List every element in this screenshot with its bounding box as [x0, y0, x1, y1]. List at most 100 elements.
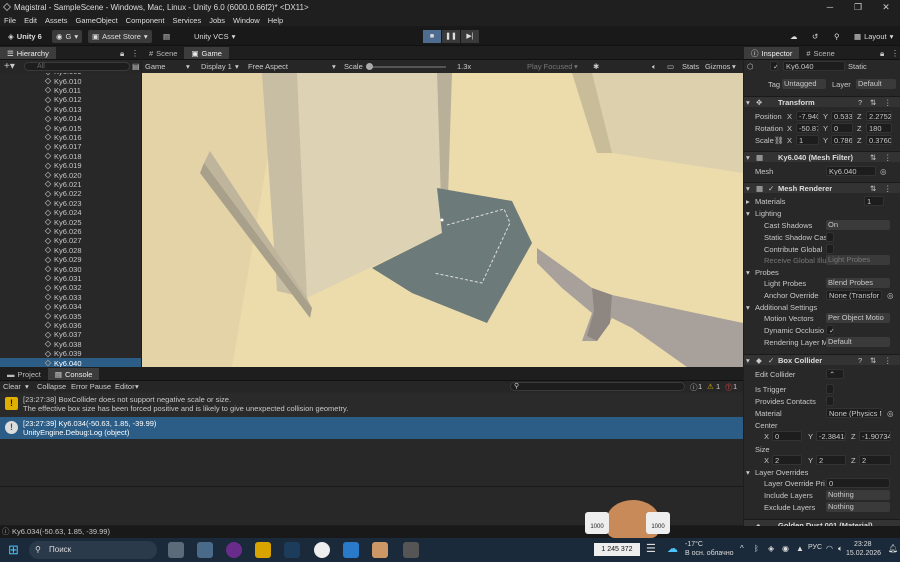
settings-icon[interactable]: ⇅ — [870, 98, 880, 107]
hierarchy-item[interactable]: Ky6.010 — [0, 76, 141, 86]
console-search-input[interactable]: ⚲ — [510, 382, 685, 391]
add-icon[interactable]: +▾ — [4, 61, 15, 72]
hierarchy-item[interactable]: Ky6.040 — [0, 358, 141, 367]
close-button[interactable]: ✕ — [872, 0, 900, 14]
play-focused-dropdown[interactable]: Play Focused — [527, 62, 572, 71]
exclude-layers-dropdown[interactable]: Nothing — [826, 502, 890, 512]
object-name-field[interactable]: Ky6.040 — [783, 61, 845, 71]
rotation-z-field[interactable]: 180 — [866, 123, 892, 133]
scale-x-field[interactable]: 1 — [796, 135, 819, 145]
menu-gameobject[interactable]: GameObject — [76, 16, 118, 25]
error-count-icon[interactable]: ⓵ — [725, 382, 733, 393]
hierarchy-item[interactable]: Ky6.021 — [0, 180, 141, 189]
wifi-icon[interactable]: ◠ — [826, 544, 833, 553]
tag-dropdown[interactable]: Untagged — [782, 79, 826, 89]
hierarchy-item[interactable]: Ky6.038 — [0, 340, 141, 349]
unity-hub-icon[interactable] — [403, 542, 419, 558]
tray-chevron-icon[interactable]: ^ — [740, 544, 744, 553]
cloud-user-button[interactable]: ◉ G ▾ — [52, 30, 83, 43]
hierarchy-item[interactable]: Ky6.023 — [0, 199, 141, 208]
rotation-y-field[interactable]: 0 — [831, 123, 853, 133]
hierarchy-item[interactable]: Ky6.030 — [0, 264, 141, 274]
expand-arrow-icon[interactable]: ▾ — [746, 268, 752, 277]
hierarchy-item[interactable]: Ky6.033 — [0, 293, 141, 302]
hierarchy-search-input[interactable]: All — [24, 62, 130, 71]
hierarchy-item[interactable]: Ky6.020 — [0, 170, 141, 180]
network-icon[interactable]: ◉ — [782, 544, 789, 553]
contribute-gi-checkbox[interactable] — [826, 244, 834, 254]
tab-hierarchy[interactable]: ☰ Hierarchy — [0, 47, 56, 59]
hierarchy-item[interactable]: Ky6.011 — [0, 86, 141, 95]
size-z-field[interactable]: 2 — [859, 455, 891, 465]
menu-help[interactable]: Help — [268, 16, 283, 25]
mute-icon[interactable]: 🔈︎ — [652, 62, 657, 72]
static-toggle[interactable]: Static — [848, 62, 894, 71]
hierarchy-item[interactable]: Ky6.014 — [0, 114, 141, 123]
hierarchy-item[interactable]: Ky6.017 — [0, 142, 141, 151]
hierarchy-item[interactable]: Ky6.016 — [0, 133, 141, 142]
hierarchy-item[interactable]: Ky6.019 — [0, 161, 141, 170]
hierarchy-item[interactable]: Ky6.022 — [0, 189, 141, 198]
clock-time[interactable]: 23:28 — [854, 541, 872, 548]
fullscreen-icon[interactable]: ▭ — [667, 62, 674, 71]
media-player-icon[interactable] — [226, 542, 242, 558]
play-button[interactable]: ■ — [423, 30, 441, 43]
game-mode-dropdown[interactable]: Game — [145, 62, 165, 71]
hierarchy-item[interactable]: Ky6.035 — [0, 311, 141, 321]
info-count-icon[interactable]: ⓘ — [690, 382, 698, 393]
checkbox-icon[interactable]: ✓ — [768, 184, 776, 193]
hierarchy-item[interactable]: Ky6.039 — [0, 349, 141, 358]
menu-icon[interactable]: ☰ — [646, 542, 656, 555]
asset-store-button[interactable]: ▣ Asset Store ▾ — [88, 30, 152, 43]
menu-file[interactable]: File — [4, 16, 16, 25]
include-layers-dropdown[interactable]: Nothing — [826, 490, 890, 500]
taskbar-search-input[interactable]: ⚲ Поиск — [29, 541, 157, 559]
game-viewport[interactable] — [142, 73, 743, 367]
more-icon[interactable]: ⋮ — [884, 153, 894, 162]
tab-console[interactable]: ▤ Console — [47, 368, 100, 380]
mesh-field[interactable]: Ky6.040 — [826, 166, 876, 176]
hierarchy-item[interactable]: Ky6.026 — [0, 227, 141, 236]
hierarchy-item[interactable]: Ky6.024 — [0, 208, 141, 217]
menu-services[interactable]: Services — [172, 16, 201, 25]
hierarchy-item[interactable]: Ky6.028 — [0, 246, 141, 255]
calculator-icon[interactable] — [197, 542, 213, 558]
dynamic-occlusion-checkbox[interactable]: ✓ — [826, 325, 834, 335]
menu-window[interactable]: Window — [233, 16, 260, 25]
notification-icon[interactable]: 🔔︎ — [888, 544, 898, 553]
size-x-field[interactable]: 2 — [772, 455, 802, 465]
expand-arrow-icon[interactable]: ▾ — [746, 209, 752, 218]
windows-start-icon[interactable]: ⊞ — [8, 542, 24, 558]
hierarchy-item[interactable]: Ky6.015 — [0, 123, 141, 133]
link-icon[interactable]: ⛓ — [774, 136, 782, 145]
expand-arrow-icon[interactable]: ▾ — [746, 153, 752, 162]
size-y-field[interactable]: 2 — [816, 455, 846, 465]
lock-icon[interactable]: 🔒︎ — [880, 49, 884, 59]
position-z-field[interactable]: 2.2752 — [866, 111, 892, 121]
settings-icon[interactable]: ⇅ — [870, 356, 880, 365]
tab-inspector[interactable]: ⓘ Inspector — [744, 47, 800, 59]
editor-dropdown[interactable]: Editor — [115, 382, 135, 391]
receive-gi-dropdown[interactable]: Light Probes — [826, 255, 890, 265]
hierarchy-item[interactable]: Ky6.025 — [0, 217, 141, 227]
step-button[interactable]: ▶| — [461, 30, 479, 43]
hierarchy-item[interactable]: Ky6.036 — [0, 321, 141, 330]
shield-icon[interactable]: ◈ — [768, 544, 774, 553]
layer-override-priority-field[interactable]: 0 — [826, 478, 890, 488]
gizmos-button[interactable]: Gizmos — [705, 62, 730, 71]
hierarchy-item[interactable]: Ky6.034 — [0, 302, 141, 311]
materials-count-field[interactable]: 1 — [864, 196, 884, 206]
checkbox-icon[interactable]: ✓ — [768, 356, 776, 365]
lock-icon[interactable]: 🔒︎ — [120, 49, 124, 59]
menu-component[interactable]: Component — [126, 16, 165, 25]
minimize-button[interactable]: ─ — [816, 0, 844, 14]
display-dropdown[interactable]: Display 1 — [201, 62, 232, 71]
scale-slider[interactable] — [366, 63, 446, 70]
file-explorer-icon[interactable] — [255, 542, 271, 558]
settings-icon[interactable]: ⇅ — [870, 153, 880, 162]
bluetooth-icon[interactable]: ᛒ — [754, 544, 759, 553]
more-icon[interactable]: ⋮ — [884, 356, 894, 365]
hierarchy-item[interactable]: Ky6.012 — [0, 95, 141, 104]
package-icon[interactable]: ▤ — [159, 30, 171, 43]
bug-icon[interactable]: ✱ — [593, 62, 599, 71]
